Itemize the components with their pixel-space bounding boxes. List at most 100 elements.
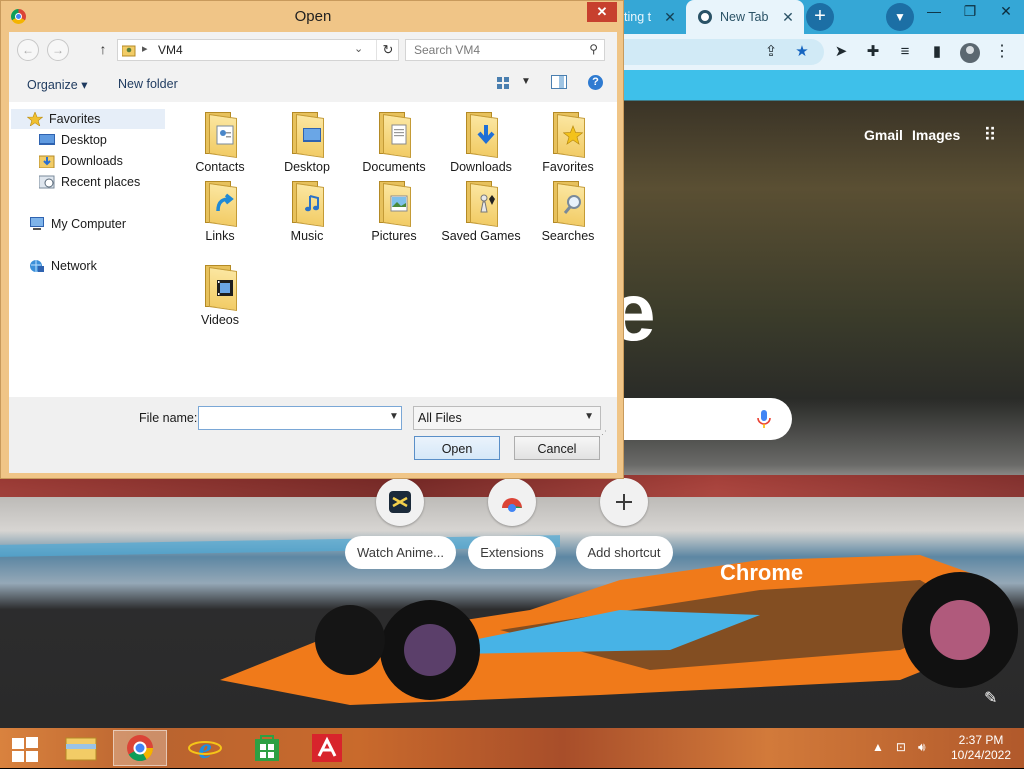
media-queue-icon[interactable]: ≡ [894, 42, 916, 62]
tab-title: New Tab [720, 10, 769, 24]
help-icon[interactable]: ? [588, 75, 603, 90]
organize-button[interactable]: Organize ▾ [27, 77, 87, 92]
file-item-music[interactable]: Music [264, 179, 350, 244]
breadcrumb-path[interactable]: VM4 [158, 43, 183, 57]
user-folder-icon [122, 45, 136, 57]
file-label: Downloads [450, 160, 512, 174]
file-type-value: All Files [418, 411, 462, 425]
file-item-searches[interactable]: Searches [525, 179, 611, 244]
file-item-saved-games[interactable]: Saved Games [438, 179, 524, 244]
organize-label: Organize [27, 78, 78, 92]
cursor-extension-icon[interactable]: ➤ [830, 42, 852, 62]
nav-label: Downloads [61, 154, 123, 168]
star-icon [27, 112, 43, 126]
nav-item-network[interactable]: Network [29, 256, 97, 276]
file-label: Desktop [284, 160, 330, 174]
restore-icon[interactable]: ❐ [952, 0, 988, 24]
tab-new-tab[interactable]: New Tab ✕ [686, 0, 804, 34]
dialog-title: Open [294, 8, 332, 25]
taskbar-clock[interactable]: 2:37 PM 10/24/2022 [948, 733, 1014, 763]
show-hidden-icons-icon[interactable]: ▲ [872, 740, 884, 755]
gmail-link[interactable]: Gmail [864, 127, 903, 143]
watch-anime-favicon-icon [376, 478, 424, 526]
file-item-desktop[interactable]: Desktop [264, 110, 350, 175]
close-tab-icon[interactable]: ✕ [662, 9, 678, 25]
file-name-input[interactable] [198, 406, 402, 430]
new-folder-button[interactable]: New folder [118, 77, 178, 91]
file-item-pictures[interactable]: Pictures [351, 179, 437, 244]
file-label: Contacts [195, 160, 245, 174]
cancel-button[interactable]: Cancel [514, 436, 600, 460]
file-label: Favorites [542, 160, 594, 174]
side-panel-icon[interactable]: ▮ [926, 42, 948, 62]
images-link[interactable]: Images [912, 127, 960, 143]
tab-search-button[interactable]: ▼ [886, 3, 914, 31]
dialog-close-button[interactable]: ✕ [587, 2, 617, 22]
file-label: Searches [541, 229, 595, 243]
file-item-documents[interactable]: Documents [351, 110, 437, 175]
bookmark-star-icon[interactable]: ★ [791, 42, 813, 62]
volume-icon[interactable]: 🔊︎ [918, 740, 926, 755]
downloads-folder-icon [39, 155, 55, 168]
profile-avatar[interactable] [960, 43, 980, 63]
recent-places-icon [39, 175, 55, 189]
ntp-search-box[interactable] [600, 398, 792, 440]
file-name-dropdown-icon[interactable]: ▼ [389, 411, 399, 422]
nav-label: Recent places [61, 175, 141, 189]
computer-icon [30, 217, 44, 230]
favorites-folder-icon [551, 110, 585, 158]
nav-item-desktop[interactable]: Desktop [39, 130, 107, 150]
resize-grip-icon[interactable]: ⋰ [598, 429, 607, 440]
file-label: Links [205, 229, 235, 243]
race-car-background-image: Chrome [220, 555, 1018, 705]
windows-start-button[interactable] [10, 736, 40, 762]
file-item-links[interactable]: Links [177, 179, 263, 244]
nav-item-my-computer[interactable]: My Computer [29, 214, 126, 234]
forward-arrow-icon[interactable]: → [47, 39, 69, 61]
menu-kebab-icon[interactable]: ⋮ [994, 42, 1010, 62]
customize-pencil-icon[interactable]: ✎ [984, 688, 997, 708]
window-controls: — ❐ ✕ [916, 0, 1024, 30]
dialog-footer: File name: ▼ All Files ▼ Open Cancel [9, 397, 617, 473]
preview-pane-icon[interactable] [551, 75, 567, 89]
minimize-icon[interactable]: — [916, 0, 952, 24]
file-item-videos[interactable]: Videos [177, 263, 263, 328]
back-arrow-icon[interactable]: ← [17, 39, 39, 61]
tab-title: ting t [624, 10, 652, 24]
nav-item-recent-places[interactable]: Recent places [39, 172, 140, 192]
open-button[interactable]: Open [414, 436, 500, 460]
links-folder-icon [203, 179, 237, 227]
new-tab-button[interactable]: + [806, 3, 834, 31]
file-item-contacts[interactable]: Contacts [177, 110, 263, 175]
navigation-pane: Favorites Desktop Downloads Recent place… [9, 102, 171, 397]
change-view-icon[interactable] [496, 76, 510, 90]
close-window-icon[interactable]: ✕ [988, 0, 1024, 24]
file-label: Documents [362, 160, 426, 174]
network-tray-icon[interactable]: ⊡ [896, 740, 906, 755]
google-apps-grid-icon[interactable]: ⠿ [980, 125, 1000, 145]
taskbar: e ▲ ⊡ 🔊︎ 2:37 PM 10/24/2022 [0, 728, 1024, 768]
nav-label: Favorites [49, 112, 101, 126]
file-type-select[interactable]: All Files ▼ [413, 406, 601, 430]
nav-item-favorites[interactable]: Favorites [11, 109, 165, 129]
avira-taskbar-icon[interactable] [300, 730, 354, 766]
share-icon[interactable]: ⇪ [760, 42, 782, 62]
address-dropdown-icon[interactable]: ⌄ [354, 42, 363, 55]
nav-item-downloads[interactable]: Downloads [39, 151, 123, 171]
voice-search-mic-icon[interactable] [756, 409, 772, 429]
search-field[interactable]: Search VM4 ⚲ [405, 39, 605, 61]
file-label: Saved Games [441, 229, 521, 243]
store-taskbar-icon[interactable] [240, 730, 294, 766]
refresh-icon[interactable]: ↻ [376, 40, 399, 60]
view-dropdown-icon[interactable]: ▼ [521, 76, 531, 87]
chrome-taskbar-icon[interactable] [113, 730, 167, 766]
search-icon[interactable]: ⚲ [589, 42, 598, 56]
file-item-favorites[interactable]: Favorites [525, 110, 611, 175]
internet-explorer-taskbar-icon[interactable]: e [178, 730, 232, 766]
file-explorer-taskbar-icon[interactable] [54, 730, 108, 766]
close-tab-icon[interactable]: ✕ [780, 9, 796, 25]
address-breadcrumb[interactable]: ▸ VM4 ⌄ ↻ [117, 39, 399, 61]
up-arrow-icon[interactable]: ↑ [95, 39, 111, 59]
file-item-downloads[interactable]: Downloads [438, 110, 524, 175]
extensions-puzzle-icon[interactable]: ✚ [862, 42, 884, 62]
